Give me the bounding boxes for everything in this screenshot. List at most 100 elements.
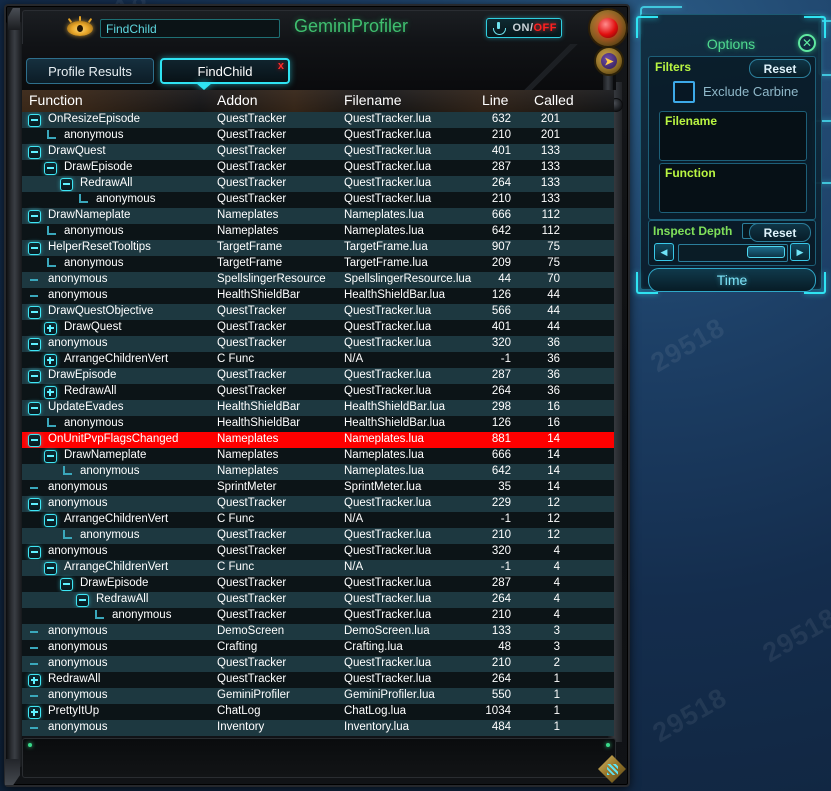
collapse-icon[interactable] [28, 370, 41, 383]
slider-increment-button[interactable]: ▶ [790, 243, 810, 261]
table-row[interactable]: DrawNameplate Nameplates Nameplates.lua 666… [22, 448, 614, 464]
desktop-watermark: 29518 [757, 602, 831, 669]
close-icon[interactable]: x [278, 60, 284, 72]
table-row[interactable]: DrawQuest QuestTracker QuestTracker.lua 401… [22, 144, 614, 160]
time-button[interactable]: Time [648, 268, 816, 292]
cell-function: anonymous [48, 337, 108, 349]
table-row[interactable]: UpdateEvades HealthShieldBar HealthShieldB… [22, 400, 614, 416]
expand-icon[interactable] [44, 322, 57, 335]
table-row[interactable]: ArrangeChildrenVert C Func N/A -1 36 [22, 352, 614, 368]
cell-line: 287 [491, 369, 511, 381]
slider-decrement-button[interactable]: ◀ [654, 243, 674, 261]
expand-icon[interactable] [28, 674, 41, 687]
inspect-depth-reset-button[interactable]: Reset [749, 223, 811, 242]
collapse-icon[interactable] [60, 578, 73, 591]
collapse-icon[interactable] [28, 402, 41, 415]
cell-function: OnResizeEpisode [48, 113, 141, 125]
collapse-icon[interactable] [76, 594, 89, 607]
table-row[interactable]: RedrawAll QuestTracker QuestTracker.lua 264… [22, 384, 614, 400]
table-row[interactable]: DrawQuestObjective QuestTracker QuestTrack… [22, 304, 614, 320]
well-indicator-right [606, 743, 610, 747]
expand-icon[interactable] [44, 386, 57, 399]
column-header-filename[interactable]: Filename [344, 92, 402, 108]
table-row[interactable]: anonymous QuestTracker QuestTracker.lua 229… [22, 496, 614, 512]
filename-filter-input[interactable] [665, 132, 802, 157]
table-row[interactable]: anonymous HealthShieldBar HealthShieldBar.… [22, 288, 614, 304]
tab-findchild[interactable]: FindChild x [160, 58, 290, 84]
slider-track[interactable] [678, 244, 788, 262]
expand-icon[interactable] [44, 354, 57, 367]
table-row[interactable]: anonymous SpellslingerResource Spellslinge… [22, 272, 614, 288]
collapse-icon[interactable] [28, 242, 41, 255]
eye-icon-lash [67, 17, 73, 24]
expand-icon[interactable] [28, 706, 41, 719]
collapse-icon[interactable] [28, 306, 41, 319]
cell-filename: Nameplates.lua [344, 465, 424, 477]
table-row[interactable]: anonymous QuestTracker QuestTracker.lua 210… [22, 656, 614, 672]
table-row[interactable]: anonymous HealthShieldBar HealthShieldBar.… [22, 416, 614, 432]
column-header-line[interactable]: Line [482, 92, 508, 108]
table-row[interactable]: HelperResetTooltips TargetFrame TargetFram… [22, 240, 614, 256]
gear-icon[interactable]: ➤ [594, 46, 624, 76]
cell-filename: HealthShieldBar.lua [344, 401, 446, 413]
table-row[interactable]: OnUnitPvpFlagsChanged Nameplates Nameplate… [22, 432, 614, 448]
table-row[interactable]: ArrangeChildrenVert C Func N/A -1 12 [22, 512, 614, 528]
table-row[interactable]: DrawNameplate Nameplates Nameplates.lua 666… [22, 208, 614, 224]
table-row[interactable]: anonymous QuestTracker QuestTracker.lua 320… [22, 336, 614, 352]
collapse-icon[interactable] [44, 162, 57, 175]
close-icon[interactable]: ✕ [798, 34, 816, 52]
table-row[interactable]: RedrawAll QuestTracker QuestTracker.lua 264… [22, 176, 614, 192]
table-row[interactable]: OnResizeEpisode QuestTracker QuestTracker.… [22, 112, 614, 128]
inspect-depth-slider[interactable]: ◀ ▶ [654, 243, 810, 262]
tree-leaf-icon [30, 631, 38, 633]
function-filter-input[interactable] [665, 184, 802, 209]
collapse-icon[interactable] [28, 114, 41, 127]
table-row[interactable]: RedrawAll QuestTracker QuestTracker.lua 264… [22, 592, 614, 608]
profile-name-input[interactable]: FindChild [100, 19, 280, 38]
cell-addon: QuestTracker [217, 177, 287, 189]
collapse-icon[interactable] [60, 178, 73, 191]
table-row[interactable]: anonymous DemoScreen DemoScreen.lua 133 3 [22, 624, 614, 640]
profiler-results-table[interactable]: OnResizeEpisode QuestTracker QuestTracker.… [22, 112, 614, 736]
table-row[interactable]: anonymous QuestTracker QuestTracker.lua 210… [22, 192, 614, 208]
collapse-icon[interactable] [44, 562, 57, 575]
cell-filename: QuestTracker.lua [344, 545, 432, 557]
column-header-function[interactable]: Function [29, 92, 83, 108]
collapse-icon[interactable] [28, 210, 41, 223]
column-header-addon[interactable]: Addon [217, 92, 257, 108]
table-row[interactable]: anonymous QuestTracker QuestTracker.lua 210… [22, 528, 614, 544]
table-row[interactable]: anonymous TargetFrame TargetFrame.lua 209 75 [22, 256, 614, 272]
column-header-called[interactable]: Called [534, 92, 574, 108]
collapse-icon[interactable] [28, 434, 41, 447]
table-row[interactable]: ArrangeChildrenVert C Func N/A -1 4 [22, 560, 614, 576]
filters-reset-button[interactable]: Reset [749, 59, 811, 78]
collapse-icon[interactable] [28, 498, 41, 511]
table-row[interactable]: anonymous Inventory Inventory.lua 484 1 [22, 720, 614, 736]
profiler-on-off-toggle[interactable]: ON / OFF [486, 18, 562, 38]
table-row[interactable]: DrawQuest QuestTracker QuestTracker.lua 401… [22, 320, 614, 336]
table-row[interactable]: anonymous Nameplates Nameplates.lua 642 14 [22, 464, 614, 480]
collapse-icon[interactable] [28, 546, 41, 559]
collapse-icon[interactable] [44, 514, 57, 527]
table-row[interactable]: anonymous QuestTracker QuestTracker.lua 210… [22, 608, 614, 624]
table-row[interactable]: anonymous SprintMeter SprintMeter.lua 35 14 [22, 480, 614, 496]
table-row[interactable]: anonymous GeminiProfiler GeminiProfiler.lu… [22, 688, 614, 704]
table-row[interactable]: anonymous QuestTracker QuestTracker.lua 210… [22, 128, 614, 144]
table-row[interactable]: anonymous Nameplates Nameplates.lua 642 112 [22, 224, 614, 240]
table-row[interactable]: anonymous QuestTracker QuestTracker.lua 320… [22, 544, 614, 560]
collapse-icon[interactable] [28, 338, 41, 351]
table-row[interactable]: RedrawAll QuestTracker QuestTracker.lua 264… [22, 672, 614, 688]
table-row[interactable]: DrawEpisode QuestTracker QuestTracker.lua 2… [22, 368, 614, 384]
cell-addon: ChatLog [217, 705, 261, 717]
tab-profile-results[interactable]: Profile Results [26, 58, 154, 84]
table-row[interactable]: DrawEpisode QuestTracker QuestTracker.lua 2… [22, 576, 614, 592]
collapse-icon[interactable] [28, 146, 41, 159]
table-row[interactable]: PrettyItUp ChatLog ChatLog.lua 1034 1 [22, 704, 614, 720]
table-row[interactable]: anonymous Crafting Crafting.lua 48 3 [22, 640, 614, 656]
cell-line: 264 [491, 177, 511, 189]
slider-thumb[interactable] [747, 246, 785, 258]
exclude-carbine-checkbox[interactable] [673, 81, 695, 103]
table-row[interactable]: DrawEpisode QuestTracker QuestTracker.lua 2… [22, 160, 614, 176]
inspect-depth-label: Inspect Depth [653, 224, 733, 238]
collapse-icon[interactable] [44, 450, 57, 463]
